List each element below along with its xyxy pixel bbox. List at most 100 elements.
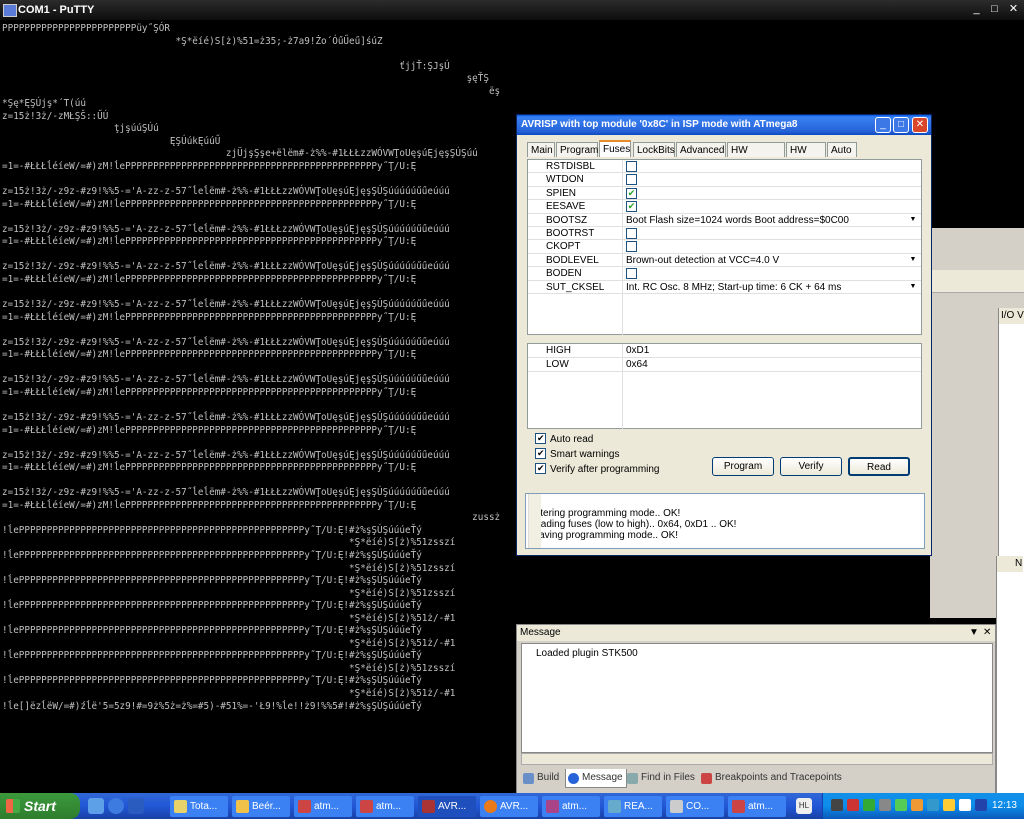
message-panel-title: Message — [520, 627, 561, 638]
panel-dropdown-icon[interactable]: ▼ — [969, 625, 979, 641]
tab-hw-settings[interactable]: HW Settings — [727, 142, 785, 171]
log-scrollbar[interactable] — [528, 494, 541, 548]
panel-close-icon[interactable]: ✕ — [983, 625, 991, 641]
message-tabs: Build Message Find in Files Breakpoints … — [521, 767, 993, 789]
io-view-title: I/O Vi — [999, 308, 1024, 324]
tray-icon[interactable] — [927, 799, 939, 811]
task-total-commander[interactable]: Tota... — [170, 796, 228, 817]
message-line: Loaded plugin STK500 — [536, 648, 638, 659]
verify-after-checkbox[interactable] — [535, 462, 546, 475]
tray-icon[interactable] — [863, 799, 875, 811]
internet-explorer-icon[interactable] — [108, 798, 124, 814]
maximize-button[interactable]: □ — [893, 117, 909, 133]
fuse-name: BOOTSZ — [546, 214, 588, 226]
message-panel-header: Message ▼ ✕ — [517, 625, 995, 641]
task-atm-4[interactable]: atm... — [728, 796, 786, 817]
smart-warnings-checkbox[interactable] — [535, 447, 546, 460]
task-atm-1[interactable]: atm... — [294, 796, 352, 817]
minimize-button[interactable]: _ — [875, 117, 891, 133]
tray-icon[interactable] — [911, 799, 923, 811]
task-avrisp[interactable]: AVR... — [418, 796, 476, 817]
start-button[interactable]: Start — [0, 793, 80, 819]
bootsz-select[interactable]: Boot Flash size=1024 words Boot address=… — [624, 214, 919, 227]
minimize-button[interactable]: _ — [968, 2, 985, 17]
tab-auto[interactable]: Auto — [827, 142, 857, 157]
fuse-checkbox-bootrst[interactable] — [626, 228, 637, 239]
tab-lockbits[interactable]: LockBits — [633, 142, 675, 157]
fuse-checkbox-wtdon[interactable] — [626, 174, 637, 186]
tray-icon[interactable] — [975, 799, 987, 811]
close-button[interactable]: ✕ — [912, 117, 928, 133]
breakpoint-icon — [701, 773, 712, 784]
tab-build[interactable]: Build — [521, 769, 562, 787]
fuse-checkbox-rstdisbl[interactable] — [626, 161, 637, 172]
fuse-byte-value[interactable]: 0xD1 — [626, 344, 649, 358]
programming-log[interactable]: Entering programming mode.. OK! Reading … — [525, 493, 925, 549]
task-com1[interactable]: CO... — [666, 796, 724, 817]
task-label: Tota... — [190, 801, 218, 812]
putty-titlebar[interactable]: COM1 - PuTTY _ □ ✕ — [0, 0, 1024, 20]
tab-find-in-files[interactable]: Find in Files — [625, 769, 698, 787]
chevron-down-icon[interactable]: ▼ — [908, 282, 918, 292]
tab-message-label: Message — [582, 772, 623, 783]
app-icon — [546, 800, 559, 813]
fuse-row-bootrst: BOOTRST — [528, 227, 921, 241]
ide-toolbar[interactable] — [930, 270, 1024, 293]
tab-main[interactable]: Main — [527, 142, 555, 157]
taskbar: Start Tota... Beér... atm... atm... AVR.… — [0, 793, 1024, 819]
tab-build-label: Build — [537, 772, 560, 783]
horizontal-scrollbar[interactable] — [521, 753, 993, 765]
ide-column-header: N — [997, 556, 1023, 572]
verify-button[interactable]: Verify — [780, 457, 842, 476]
tab-fuses[interactable]: Fuses — [599, 140, 631, 157]
message-output[interactable]: Loaded plugin STK500 — [521, 643, 993, 753]
task-atm-3[interactable]: atm... — [542, 796, 600, 817]
avrisp-dialog: AVRISP with top module '0x8C' in ISP mod… — [516, 114, 932, 556]
clock[interactable]: 12:13 — [992, 793, 1017, 819]
tray-icon[interactable] — [847, 799, 859, 811]
bodlevel-select[interactable]: Brown-out detection at VCC=4.0 V ▼ — [624, 254, 919, 267]
system-tray: 12:13 — [822, 793, 1024, 819]
chevron-down-icon[interactable]: ▼ — [908, 255, 918, 265]
tray-icon[interactable] — [879, 799, 891, 811]
tab-message[interactable]: Message — [565, 769, 627, 788]
fuse-checkbox-spien[interactable] — [626, 187, 637, 199]
tab-hw-info[interactable]: HW Info — [786, 142, 826, 171]
tab-advanced[interactable]: Advanced — [676, 142, 726, 157]
tab-breakpoints[interactable]: Breakpoints and Tracepoints — [699, 769, 845, 787]
fuse-row-ckopt: CKOPT — [528, 240, 921, 254]
avrisp-titlebar[interactable]: AVRISP with top module '0x8C' in ISP mod… — [517, 115, 931, 135]
read-button[interactable]: Read — [848, 457, 910, 476]
tab-program[interactable]: Program — [556, 142, 598, 157]
task-readme[interactable]: REA... — [604, 796, 662, 817]
chevron-down-icon[interactable]: ▼ — [908, 215, 918, 225]
fuse-byte-value[interactable]: 0x64 — [626, 358, 648, 372]
auto-read-checkbox[interactable] — [535, 432, 546, 445]
fuse-name: BODLEVEL — [546, 254, 599, 266]
language-icon[interactable]: HL — [796, 798, 812, 814]
pdf-icon — [298, 800, 311, 813]
find-icon — [627, 773, 638, 784]
tray-icon[interactable] — [943, 799, 955, 811]
tray-icon[interactable] — [831, 799, 843, 811]
fuse-name: RSTDISBL — [546, 161, 595, 172]
maximize-button[interactable]: □ — [986, 2, 1003, 17]
fuse-checkbox-ckopt[interactable] — [626, 241, 637, 253]
fuse-row-wtdon: WTDON — [528, 173, 921, 187]
task-beer[interactable]: Beér... — [232, 796, 290, 817]
quick-launch-icon[interactable] — [128, 798, 144, 814]
fuse-bytes-grid: HIGH 0xD1 LOW 0x64 — [527, 343, 922, 430]
fuse-grid: RSTDISBL WTDON SPIEN EESAVE BOOTSZ Boot … — [527, 159, 922, 336]
sut-cksel-select[interactable]: Int. RC Osc. 8 MHz; Start-up time: 6 CK … — [624, 281, 919, 294]
fuse-checkbox-boden[interactable] — [626, 268, 637, 280]
close-button[interactable]: ✕ — [1005, 2, 1022, 17]
fuse-checkbox-eesave[interactable] — [626, 201, 637, 213]
show-desktop-icon[interactable] — [88, 798, 104, 814]
tray-icon[interactable] — [959, 799, 971, 811]
task-atm-2[interactable]: atm... — [356, 796, 414, 817]
tray-icon[interactable] — [895, 799, 907, 811]
ide-lower-panel[interactable]: N — [996, 556, 1024, 793]
putty-icon[interactable] — [3, 4, 17, 17]
task-avr-studio[interactable]: AVR... — [480, 796, 538, 817]
program-button[interactable]: Program — [712, 457, 774, 476]
